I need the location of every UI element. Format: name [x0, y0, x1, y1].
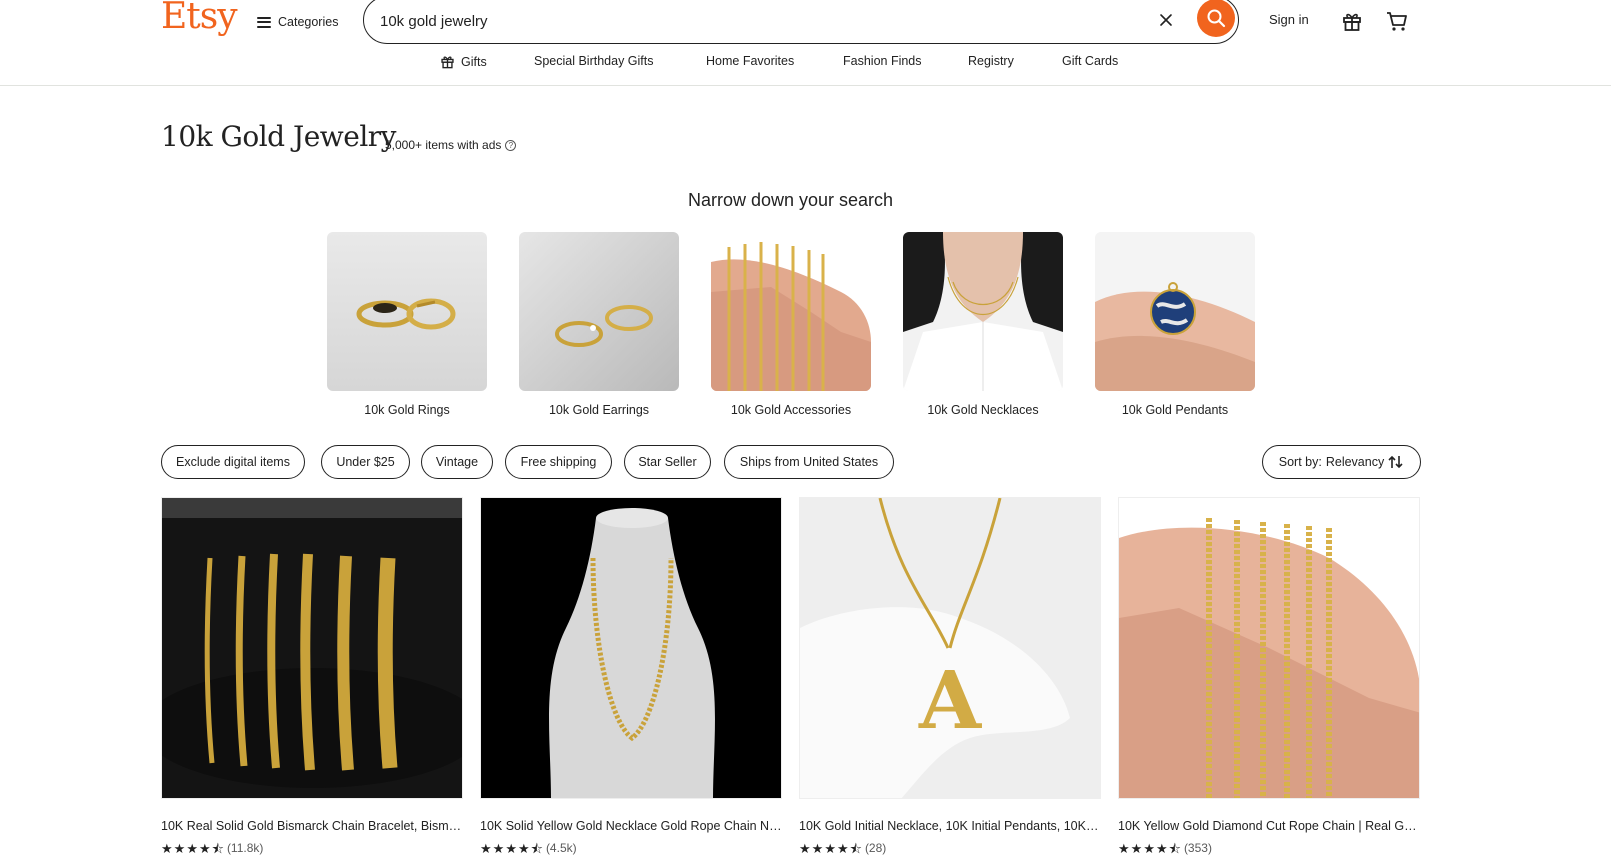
sign-in-link[interactable]: Sign in: [1269, 12, 1309, 27]
narrow-card-label: 10k Gold Earrings: [548, 403, 650, 417]
rating-count: (4.5k): [545, 841, 577, 855]
sort-value: Relevancy: [1325, 455, 1385, 469]
listing-image: [161, 497, 463, 799]
listing-title[interactable]: 10K Yellow Gold Diamond Cut Rope Chain |…: [1118, 819, 1420, 833]
rating: ★ ★ ★ ★ ⯪ (11.8k): [161, 841, 463, 855]
page-title: 10k Gold Jewelry: [161, 120, 397, 153]
star-rating: ★ ★ ★ ★ ⯪: [799, 840, 862, 856]
accessories-image: [711, 232, 871, 391]
close-icon: [1160, 14, 1172, 26]
rating: ★ ★ ★ ★ ⯪ (353): [1118, 841, 1420, 855]
nav-item-gift-cards[interactable]: Gift Cards: [1062, 54, 1118, 68]
rating-count: (11.8k): [226, 841, 264, 855]
help-icon[interactable]: ?: [505, 139, 517, 151]
top-nav: Gifts Special Birthday Gifts Home Favori…: [0, 54, 1611, 74]
result-count: 5,000+ items with ads ?: [385, 138, 517, 152]
nav-label: Fashion Finds: [843, 54, 922, 68]
sort-label: Sort by:: [1278, 455, 1322, 469]
narrow-card-label: 10k Gold Accessories: [730, 403, 852, 417]
nav-label: Gift Cards: [1062, 54, 1119, 68]
listing-title[interactable]: 10K Real Solid Gold Bismarck Chain Brace…: [161, 819, 463, 833]
cart-icon[interactable]: [1385, 10, 1409, 37]
listing-title[interactable]: 10K Solid Yellow Gold Necklace Gold Rope…: [480, 819, 782, 833]
gift-icon: [441, 56, 454, 69]
necklaces-image: [903, 232, 1063, 391]
clear-search-button[interactable]: [1154, 8, 1178, 32]
rating: ★ ★ ★ ★ ⯪ (4.5k): [480, 841, 782, 855]
listing-image: [480, 497, 782, 799]
search-bar: [363, 0, 1239, 44]
star-rating: ★ ★ ★ ★ ⯪: [161, 840, 224, 856]
narrow-card-rings[interactable]: 10k Gold Rings: [327, 232, 487, 417]
listing-card[interactable]: A 10K Gold Initial Necklace, 10K Initial…: [799, 497, 1101, 855]
rating-count: (28): [864, 841, 887, 855]
earrings-image: [519, 232, 679, 391]
filter-chip-vintage[interactable]: Vintage: [421, 445, 493, 479]
narrow-card-necklaces[interactable]: 10k Gold Necklaces: [903, 232, 1063, 417]
nav-item-fashion-finds[interactable]: Fashion Finds: [843, 54, 922, 68]
rating-count: (353): [1183, 841, 1212, 855]
filter-chip-star-seller[interactable]: Star Seller: [624, 445, 711, 479]
search-icon: [1207, 9, 1226, 28]
gift-icon[interactable]: [1341, 10, 1363, 37]
categories-button[interactable]: Categories: [257, 10, 338, 34]
etsy-logo[interactable]: Etsy: [161, 0, 238, 37]
nav-label: Special Birthday Gifts: [534, 54, 654, 68]
narrow-card-label: 10k Gold Pendants: [1121, 403, 1229, 417]
filter-chip-exclude-digital[interactable]: Exclude digital items: [161, 445, 305, 479]
search-button[interactable]: [1197, 0, 1235, 37]
listing-title[interactable]: 10K Gold Initial Necklace, 10K Initial P…: [799, 819, 1101, 833]
narrow-card-label: 10k Gold Necklaces: [927, 403, 1039, 417]
sort-button[interactable]: Sort by: Relevancy: [1262, 445, 1421, 479]
rating: ★ ★ ★ ★ ⯪ (28): [799, 841, 1101, 855]
pendants-image: [1095, 232, 1255, 391]
narrow-card-earrings[interactable]: 10k Gold Earrings: [519, 232, 679, 417]
filter-chip-under-25[interactable]: Under $25: [321, 445, 410, 479]
sort-arrows-icon: [1388, 455, 1403, 469]
listing-image: [1118, 497, 1420, 799]
rings-image: [327, 232, 487, 391]
filter-chip-ships-from-us[interactable]: Ships from United States: [724, 445, 894, 479]
result-count-text: 5,000+ items with ads: [385, 138, 502, 152]
listing-card[interactable]: 10K Real Solid Gold Bismarck Chain Brace…: [161, 497, 463, 855]
listing-image: A: [799, 497, 1101, 799]
narrow-card-pendants[interactable]: 10k Gold Pendants: [1095, 232, 1255, 417]
listing-card[interactable]: 10K Yellow Gold Diamond Cut Rope Chain |…: [1118, 497, 1420, 855]
nav-item-gifts[interactable]: Gifts: [440, 54, 487, 69]
star-rating: ★ ★ ★ ★ ⯪: [1118, 840, 1181, 856]
star-rating: ★ ★ ★ ★ ⯪: [480, 840, 543, 856]
svg-text:A: A: [918, 653, 982, 747]
narrow-card-label: 10k Gold Rings: [364, 403, 450, 417]
nav-item-special-birthday-gifts[interactable]: Special Birthday Gifts: [534, 54, 654, 68]
search-input[interactable]: [380, 9, 1140, 33]
narrow-heading: Narrow down your search: [687, 190, 894, 210]
hamburger-icon: [257, 16, 271, 28]
nav-label: Gifts: [461, 54, 487, 69]
nav-item-home-favorites[interactable]: Home Favorites: [706, 54, 794, 68]
categories-label: Categories: [278, 15, 339, 29]
nav-label: Home Favorites: [706, 54, 795, 68]
site-header: Etsy Categories Sign in Gifts Special Bi…: [0, 0, 1611, 86]
narrow-card-accessories[interactable]: 10k Gold Accessories: [711, 232, 871, 417]
listing-card[interactable]: 10K Solid Yellow Gold Necklace Gold Rope…: [480, 497, 782, 855]
filter-chip-free-shipping[interactable]: Free shipping: [505, 445, 612, 479]
nav-label: Registry: [968, 54, 1014, 68]
nav-item-registry[interactable]: Registry: [968, 54, 1014, 68]
